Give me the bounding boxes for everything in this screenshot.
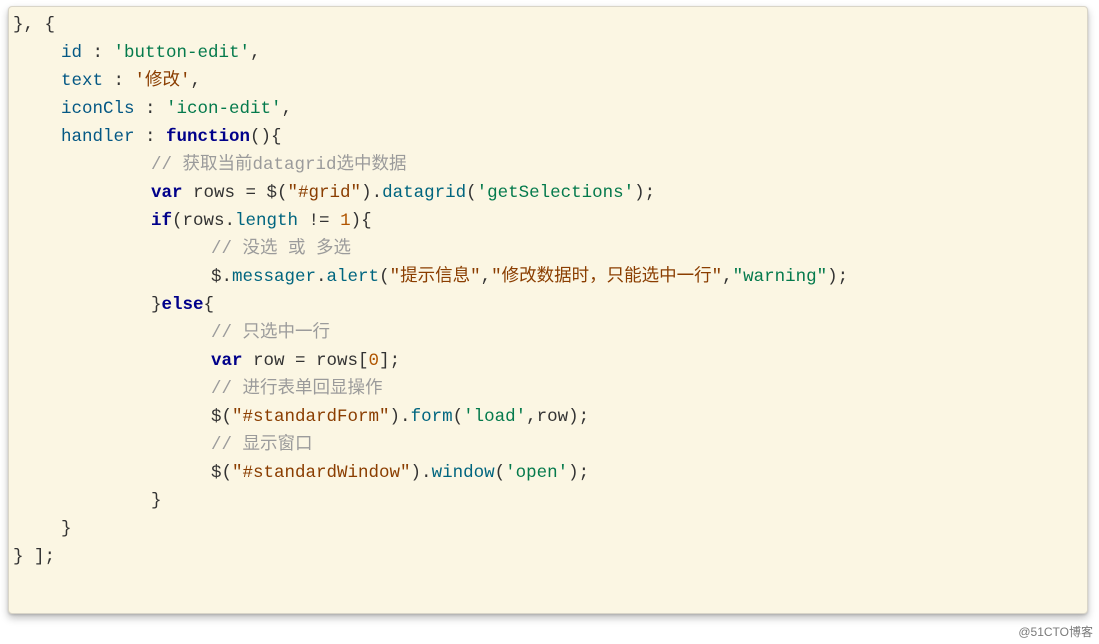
code-token: ( — [453, 407, 464, 427]
code-token: "warning" — [733, 267, 828, 287]
code-line: text : '修改', — [13, 67, 1083, 95]
code-token: ); — [827, 267, 848, 287]
code-token: $( — [211, 463, 232, 483]
code-token: id — [61, 43, 82, 63]
code-token: } — [151, 295, 162, 315]
code-block: }, {id : 'button-edit',text : '修改',iconC… — [9, 7, 1087, 575]
code-token: "#grid" — [288, 183, 362, 203]
code-token: datagrid — [382, 183, 466, 203]
code-token: , — [481, 267, 492, 287]
code-token: ){ — [351, 211, 372, 231]
code-line: }, { — [13, 11, 1083, 39]
code-line: $("#standardForm").form('load',row); — [13, 403, 1083, 431]
code-token: var — [151, 183, 183, 203]
code-line: $("#standardWindow").window('open'); — [13, 459, 1083, 487]
code-card: }, {id : 'button-edit',text : '修改',iconC… — [8, 6, 1088, 614]
code-token: text — [61, 71, 103, 91]
code-token: // 只选中一行 — [211, 323, 330, 343]
code-token: else — [162, 295, 204, 315]
code-token: row = rows[ — [243, 351, 369, 371]
code-token: // 获取当前datagrid选中数据 — [151, 155, 407, 175]
code-token: length — [235, 211, 298, 231]
code-token: ( — [466, 183, 477, 203]
code-token: rows = $( — [183, 183, 288, 203]
code-token: "修改数据时，只能选中一行" — [491, 267, 722, 287]
code-token: 'button-edit' — [114, 43, 251, 63]
code-line: var rows = $("#grid").datagrid('getSelec… — [13, 179, 1083, 207]
code-token: , — [722, 267, 733, 287]
code-token: function — [166, 127, 250, 147]
code-line: } — [13, 515, 1083, 543]
code-token: : — [135, 127, 167, 147]
code-token: (rows. — [172, 211, 235, 231]
code-token: handler — [61, 127, 135, 147]
code-token: 'open' — [505, 463, 568, 483]
code-token: ). — [411, 463, 432, 483]
code-token: ]; — [379, 351, 400, 371]
code-token: 'icon-edit' — [166, 99, 282, 119]
code-token: : — [103, 71, 135, 91]
code-token: , — [250, 43, 261, 63]
code-line: } — [13, 487, 1083, 515]
code-token: ,row); — [526, 407, 589, 427]
code-token: iconCls — [61, 99, 135, 119]
code-line: // 只选中一行 — [13, 319, 1083, 347]
code-token: ); — [634, 183, 655, 203]
code-token: 'getSelections' — [477, 183, 635, 203]
code-token: } — [61, 519, 72, 539]
code-token: // 进行表单回显操作 — [211, 379, 383, 399]
code-line: }else{ — [13, 291, 1083, 319]
code-token: (){ — [250, 127, 282, 147]
code-token: 'load' — [463, 407, 526, 427]
code-token: form — [411, 407, 453, 427]
code-token: // 显示窗口 — [211, 435, 313, 455]
code-line: // 获取当前datagrid选中数据 — [13, 151, 1083, 179]
code-token: // 没选 或 多选 — [211, 239, 351, 259]
watermark-text: @51CTO博客 — [1018, 623, 1093, 640]
code-token: window — [432, 463, 495, 483]
code-line: // 显示窗口 — [13, 431, 1083, 459]
code-token: var — [211, 351, 243, 371]
code-token: "#standardForm" — [232, 407, 390, 427]
code-token: : — [135, 99, 167, 119]
code-token: $( — [211, 407, 232, 427]
code-token: { — [204, 295, 215, 315]
code-token: 1 — [340, 211, 351, 231]
code-token: ( — [495, 463, 506, 483]
code-token: , — [191, 71, 202, 91]
code-token: "#standardWindow" — [232, 463, 411, 483]
code-token: ( — [379, 267, 390, 287]
code-line: } ]; — [13, 543, 1083, 571]
code-line: if(rows.length != 1){ — [13, 207, 1083, 235]
code-token: . — [316, 267, 327, 287]
code-token: }, { — [13, 15, 55, 35]
code-token: if — [151, 211, 172, 231]
code-line: // 进行表单回显操作 — [13, 375, 1083, 403]
code-token: } — [151, 491, 162, 511]
code-line: id : 'button-edit', — [13, 39, 1083, 67]
code-token: : — [82, 43, 114, 63]
code-token: messager — [232, 267, 316, 287]
code-token: 0 — [369, 351, 380, 371]
code-line: $.messager.alert("提示信息","修改数据时，只能选中一行","… — [13, 263, 1083, 291]
code-token: != — [298, 211, 340, 231]
code-token: "提示信息" — [390, 267, 481, 287]
code-token: , — [282, 99, 293, 119]
code-token: ); — [568, 463, 589, 483]
code-line: iconCls : 'icon-edit', — [13, 95, 1083, 123]
code-line: handler : function(){ — [13, 123, 1083, 151]
code-token: $. — [211, 267, 232, 287]
code-token: } ]; — [13, 547, 55, 567]
code-token: alert — [327, 267, 380, 287]
code-line: var row = rows[0]; — [13, 347, 1083, 375]
code-token: '修改' — [135, 71, 191, 91]
code-token: ). — [361, 183, 382, 203]
code-line: // 没选 或 多选 — [13, 235, 1083, 263]
code-token: ). — [390, 407, 411, 427]
